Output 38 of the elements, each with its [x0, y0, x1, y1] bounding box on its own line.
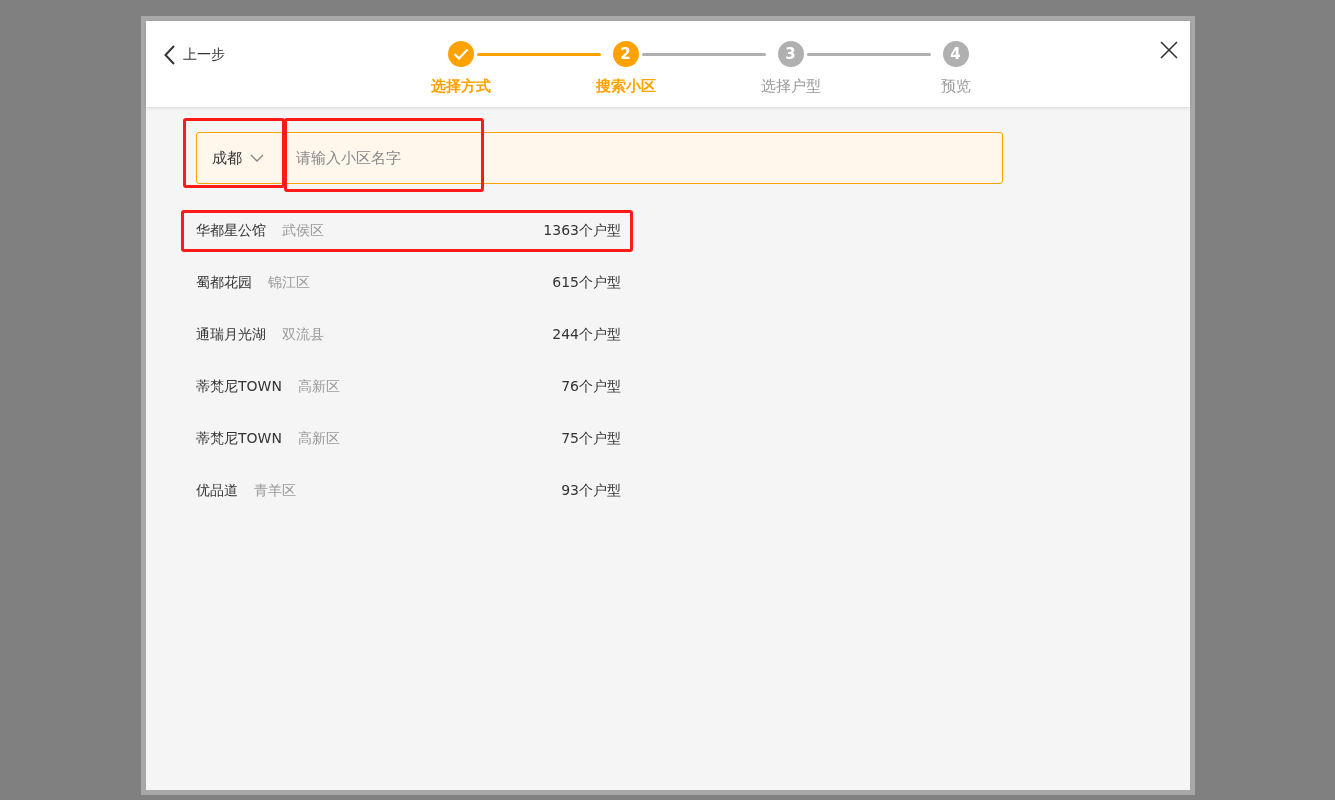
district-label: 高新区 — [297, 378, 340, 396]
floorplan-count: 615个户型 — [552, 274, 621, 292]
step-number: 3 — [785, 45, 796, 63]
step-number: 2 — [620, 45, 631, 63]
floorplan-count: 76个户型 — [561, 378, 621, 396]
step-label: 预览 — [940, 77, 971, 96]
step-number: 4 — [950, 45, 961, 63]
community-name: 蒂梵尼TOWN — [196, 430, 282, 448]
chevron-left-icon — [164, 45, 175, 65]
floorplan-count: 1363个户型 — [543, 222, 621, 240]
district-label: 高新区 — [297, 430, 340, 448]
district-label: 双流县 — [282, 326, 324, 344]
back-button[interactable]: 上一步 — [164, 45, 225, 65]
search-input[interactable]: 请输入小区名字 — [284, 133, 484, 183]
district-label: 武侯区 — [282, 222, 324, 240]
result-row[interactable]: 蒂梵尼TOWN 高新区 76个户型 — [181, 366, 633, 408]
step-label: 搜索小区 — [595, 77, 656, 96]
city-dropdown[interactable]: 成都 — [197, 133, 283, 183]
community-name: 蒂梵尼TOWN — [196, 378, 282, 396]
result-row[interactable]: 通瑞月光湖 双流县 244个户型 — [181, 314, 633, 356]
result-row[interactable]: 蒂梵尼TOWN 高新区 75个户型 — [181, 418, 633, 460]
community-name: 华都星公馆 — [196, 222, 266, 240]
result-row[interactable]: 优品道 青羊区 93个户型 — [181, 470, 633, 512]
chevron-down-icon — [250, 154, 264, 162]
floorplan-count: 75个户型 — [561, 430, 621, 448]
result-row[interactable]: 华都星公馆 武侯区 1363个户型 — [181, 210, 633, 252]
step-label: 选择户型 — [760, 77, 821, 96]
floorplan-count: 93个户型 — [561, 482, 621, 500]
community-name: 通瑞月光湖 — [196, 326, 266, 344]
floorplan-count: 244个户型 — [552, 326, 621, 344]
check-icon — [452, 48, 469, 60]
close-icon[interactable] — [1160, 41, 1178, 59]
district-label: 青羊区 — [254, 482, 296, 500]
community-name: 优品道 — [196, 482, 238, 500]
result-row[interactable]: 蜀都花园 锦江区 615个户型 — [181, 262, 633, 304]
community-name: 蜀都花园 — [196, 274, 252, 292]
district-label: 锦江区 — [268, 274, 310, 292]
step-label: 选择方式 — [430, 77, 491, 96]
